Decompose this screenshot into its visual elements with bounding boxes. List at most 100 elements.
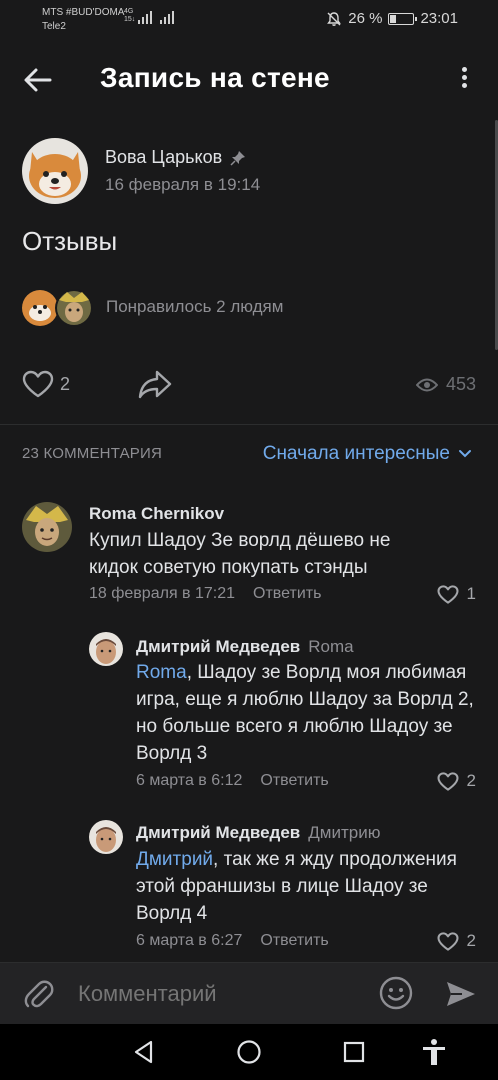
comment-date: 18 февраля в 17:21 (89, 585, 236, 602)
nav-back-button[interactable] (130, 1038, 158, 1066)
emoji-icon (379, 976, 413, 1010)
comment-text: Roma, Шадоу зе Ворлд моя любимая игра, е… (136, 659, 476, 767)
heart-icon (22, 370, 54, 398)
heart-icon (437, 771, 459, 791)
nav-home-icon (237, 1040, 261, 1064)
divider (0, 424, 498, 425)
likers-avatars[interactable] (22, 288, 102, 328)
share-icon (138, 370, 172, 399)
comment-like-button[interactable]: 2 (437, 931, 476, 951)
pin-icon (230, 150, 246, 166)
post-date: 16 февраля в 19:14 (105, 175, 261, 194)
status-right: 26 % 23:01 (326, 10, 458, 27)
comment-input[interactable] (78, 981, 358, 1007)
comment-like-count: 2 (466, 771, 476, 790)
comment-meta: 18 февраля в 17:21 Ответить (89, 585, 321, 603)
shiba-avatar-image (22, 138, 88, 204)
comment-author-name[interactable]: Roma Chernikov (89, 504, 224, 523)
eye-icon (415, 378, 438, 391)
comment-avatar-image (22, 502, 72, 552)
comments-header: 23 КОММЕНТАРИЯ Сначала интересные (0, 443, 498, 467)
reply-to-name[interactable]: Roma (308, 637, 353, 656)
app-header: Запись на стене (0, 50, 498, 108)
comment-author-name[interactable]: Дмитрий Медведев (136, 823, 300, 842)
carrier-line-1: MTS #BUD'DOMA (42, 7, 125, 18)
battery-percent: 26 % (348, 10, 383, 27)
likers-avatar-stack (22, 289, 93, 327)
comment-like-button[interactable]: 1 (437, 584, 476, 604)
network-type: 4G (124, 8, 134, 15)
status-bar: MTS #BUD'DOMA Tele2 4G 15↓ 26 % 23:01 (0, 0, 498, 40)
send-icon (447, 982, 475, 1006)
nav-recent-icon (343, 1041, 365, 1063)
views-number: 453 (445, 374, 476, 394)
more-options-button[interactable] (452, 64, 476, 96)
chevron-down-icon (459, 450, 471, 458)
comment-avatar[interactable] (89, 820, 123, 854)
nav-recent-button[interactable] (340, 1038, 368, 1066)
heart-icon (437, 584, 459, 604)
reply-button[interactable]: Ответить (260, 932, 328, 949)
comment-meta: 6 марта в 6:27 Ответить (136, 932, 329, 950)
comment-author[interactable]: Дмитрий Медведев Roma (136, 637, 354, 657)
attach-button[interactable] (22, 977, 56, 1011)
likes-summary[interactable]: Понравилось 2 людям (106, 297, 283, 317)
signal-icon-2 (160, 10, 174, 24)
author-avatar[interactable] (22, 138, 88, 204)
view-count: 453 (415, 374, 476, 395)
comment-like-button[interactable]: 2 (437, 771, 476, 791)
accessibility-button[interactable] (420, 1038, 448, 1066)
comment-body: , Шадоу зе Ворлд моя любимая игра, еще я… (136, 662, 474, 764)
mention-link[interactable]: Roma (136, 662, 187, 683)
mute-bell-icon (327, 11, 342, 26)
comment-author[interactable]: Roma Chernikov (89, 504, 224, 524)
nav-back-icon (134, 1040, 153, 1064)
post-author[interactable]: Вова Царьков (105, 147, 246, 168)
comment-composer (0, 962, 498, 1024)
more-vertical-icon (452, 67, 476, 88)
accessibility-icon (423, 1039, 445, 1065)
comment-author[interactable]: Дмитрий Медведев Дмитрию (136, 823, 380, 843)
comment-meta: 6 марта в 6:12 Ответить (136, 772, 329, 790)
post-actions: 2 453 (0, 368, 498, 402)
comment-avatar[interactable] (22, 502, 72, 552)
heart-icon (437, 931, 459, 951)
emoji-button[interactable] (378, 975, 414, 1011)
network-indicator: 4G 15↓ (124, 8, 135, 24)
comment-like-count: 1 (466, 584, 476, 603)
comment-date: 6 марта в 6:12 (136, 772, 243, 789)
like-count: 2 (60, 373, 71, 394)
comment-avatar-image (89, 820, 123, 854)
comments-count: 23 КОММЕНТАРИЯ (22, 445, 163, 462)
reply-button[interactable]: Ответить (253, 585, 321, 602)
back-arrow-icon (24, 68, 52, 92)
system-nav-bar (0, 1024, 498, 1080)
page-title: Запись на стене (100, 62, 330, 93)
reply-to-name[interactable]: Дмитрию (308, 823, 380, 842)
attach-icon (24, 980, 54, 1008)
comment-text: Купил Шадоу Зе ворлд дёшево не кидок сов… (89, 530, 391, 578)
reply-button[interactable]: Ответить (260, 772, 328, 789)
comment-avatar[interactable] (89, 632, 123, 666)
comment-like-count: 2 (466, 931, 476, 950)
battery-icon (388, 12, 418, 25)
comment-text: Дмитрий, так же я жду продолжения этой ф… (136, 846, 476, 927)
mention-link[interactable]: Дмитрий (136, 849, 213, 870)
nav-home-button[interactable] (235, 1038, 263, 1066)
like-button[interactable]: 2 (22, 370, 70, 398)
signal-icon (138, 10, 152, 24)
comment-date: 6 марта в 6:27 (136, 932, 243, 949)
network-speed: 15↓ (124, 16, 136, 23)
sort-dropdown[interactable]: Сначала интересные (263, 443, 472, 465)
comment-author-name[interactable]: Дмитрий Медведев (136, 637, 300, 656)
author-name[interactable]: Вова Царьков (105, 147, 222, 168)
send-button[interactable] (444, 977, 478, 1011)
carrier-info: MTS #BUD'DOMA Tele2 (42, 6, 124, 34)
back-button[interactable] (20, 60, 60, 100)
post-text: Отзывы (22, 226, 118, 256)
clock: 23:01 (420, 10, 458, 27)
share-button[interactable] (137, 368, 173, 400)
comment-avatar-image (89, 632, 123, 666)
carrier-line-2: Tele2 (42, 21, 66, 32)
sort-label: Сначала интересные (262, 443, 450, 464)
